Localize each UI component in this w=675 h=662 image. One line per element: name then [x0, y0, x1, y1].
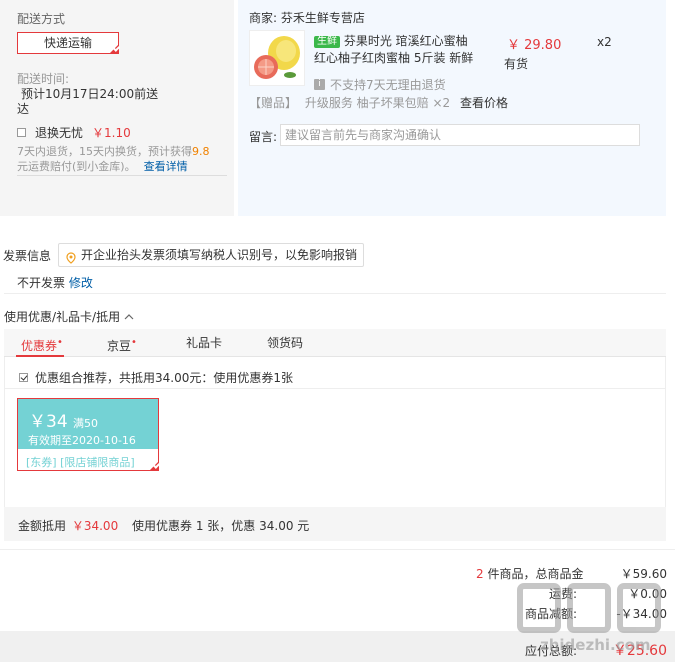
- coupon-validity: 有效期至2020-10-16: [28, 434, 136, 447]
- summary-text: 使用优惠券 1 张，优惠 34.00 元: [132, 519, 310, 533]
- discount-tabs: 优惠券• 京豆• 礼品卡 领货码: [4, 329, 666, 357]
- payable-value: ￥25.60: [612, 643, 667, 659]
- return-insurance-desc-2: 元运费赔付(到小金库)。 查看详情: [17, 160, 188, 173]
- goods-total-label: 2 件商品，总商品金: [476, 567, 584, 581]
- merchant-info: 商家: 芬禾生鲜专营店: [249, 11, 365, 25]
- gift-price-link[interactable]: 查看价格: [460, 96, 508, 110]
- location-pin-icon: [66, 249, 76, 271]
- product-thumbnail[interactable]: [249, 30, 305, 86]
- product-price: ￥ 29.80: [507, 38, 562, 53]
- tab-jd-beans[interactable]: 京豆•: [107, 329, 137, 357]
- payable-label: 应付总额:: [524, 644, 577, 658]
- invoice-edit-link[interactable]: 修改: [69, 276, 93, 290]
- fresh-tag: 生鲜: [314, 36, 340, 48]
- payable-bar: 应付总额: ￥25.60: [0, 631, 675, 662]
- coupon-header: ￥34 满50 有效期至2020-10-16: [18, 399, 158, 449]
- no-return-notice: 不支持7天无理由退货: [330, 78, 446, 92]
- freight-label: 运费:: [548, 587, 577, 601]
- coupon-card[interactable]: ￥34 满50 有效期至2020-10-16 [东券] [限店铺限商品]: [17, 398, 159, 471]
- product-title[interactable]: 生鲜 芬果时光 琯溪红心蜜柚 红心柚子红肉蜜柚 5斤装 新鲜: [314, 33, 489, 67]
- invoice-value: 不开发票 修改: [17, 276, 93, 290]
- freight-value: ￥0.00: [628, 587, 667, 601]
- tab-redeem-code[interactable]: 领货码: [267, 329, 303, 357]
- discount-value: -￥34.00: [616, 607, 667, 621]
- goods-total-value: ￥59.60: [620, 567, 667, 581]
- chevron-up-icon: [124, 314, 134, 320]
- message-input[interactable]: 建议留言前先与商家沟通确认: [280, 124, 640, 146]
- info-icon: i: [314, 79, 325, 90]
- shipping-method-express-button[interactable]: 快递运输: [17, 32, 119, 54]
- return-insurance-checkbox[interactable]: [17, 128, 26, 137]
- gift-name: 升级服务 柚子坏果包赔: [304, 96, 429, 110]
- tab-gift-card[interactable]: 礼品卡: [186, 329, 222, 357]
- stock-status: 有货: [504, 57, 529, 71]
- message-label: 留言:: [249, 130, 278, 144]
- tab-coupons[interactable]: 优惠券•: [21, 329, 63, 357]
- discount-summary: 金额抵用 ￥34.00 使用优惠券 1 张，优惠 34.00 元: [4, 507, 666, 541]
- discount-toggle[interactable]: 使用优惠/礼品卡/抵用: [4, 308, 134, 325]
- divider: [4, 388, 666, 389]
- return-insurance-desc: 7天内退货，15天内换货，预计获得9.8: [17, 145, 210, 158]
- details-link[interactable]: 查看详情: [144, 160, 188, 173]
- shipping-title: 配送方式: [17, 12, 66, 26]
- discount-label: 商品减额:: [524, 607, 577, 621]
- coupon-type: [东券] [限店铺限商品]: [26, 456, 135, 469]
- recommend-text: 优惠组合推荐，共抵用34.00元：使用优惠券1张: [35, 371, 293, 385]
- selected-check-icon: [110, 45, 118, 53]
- delivery-time-value-cont: 达: [17, 102, 30, 116]
- invoice-tip: 开企业抬头发票须填写纳税人识别号，以免影响报销: [58, 243, 365, 267]
- selected-check-icon: [150, 462, 158, 470]
- product-quantity: x2: [597, 35, 612, 49]
- divider: [4, 293, 666, 294]
- summary-label: 金额抵用: [18, 519, 67, 533]
- divider: [17, 175, 227, 176]
- summary-amount: ￥34.00: [71, 519, 119, 533]
- gift-row: 【赠品】 升级服务 柚子坏果包赔 ×2 查看价格: [249, 96, 509, 110]
- coupon-amount: ￥34 满50: [29, 412, 99, 432]
- recommend-checkbox[interactable]: [19, 373, 28, 382]
- return-insurance-price: ￥1.10: [92, 126, 131, 140]
- invoice-title: 发票信息: [3, 249, 52, 263]
- return-insurance-label: 退换无忧: [35, 126, 84, 140]
- divider: [0, 549, 675, 550]
- delivery-time-value: 预计10月17日24:00前送: [21, 87, 159, 101]
